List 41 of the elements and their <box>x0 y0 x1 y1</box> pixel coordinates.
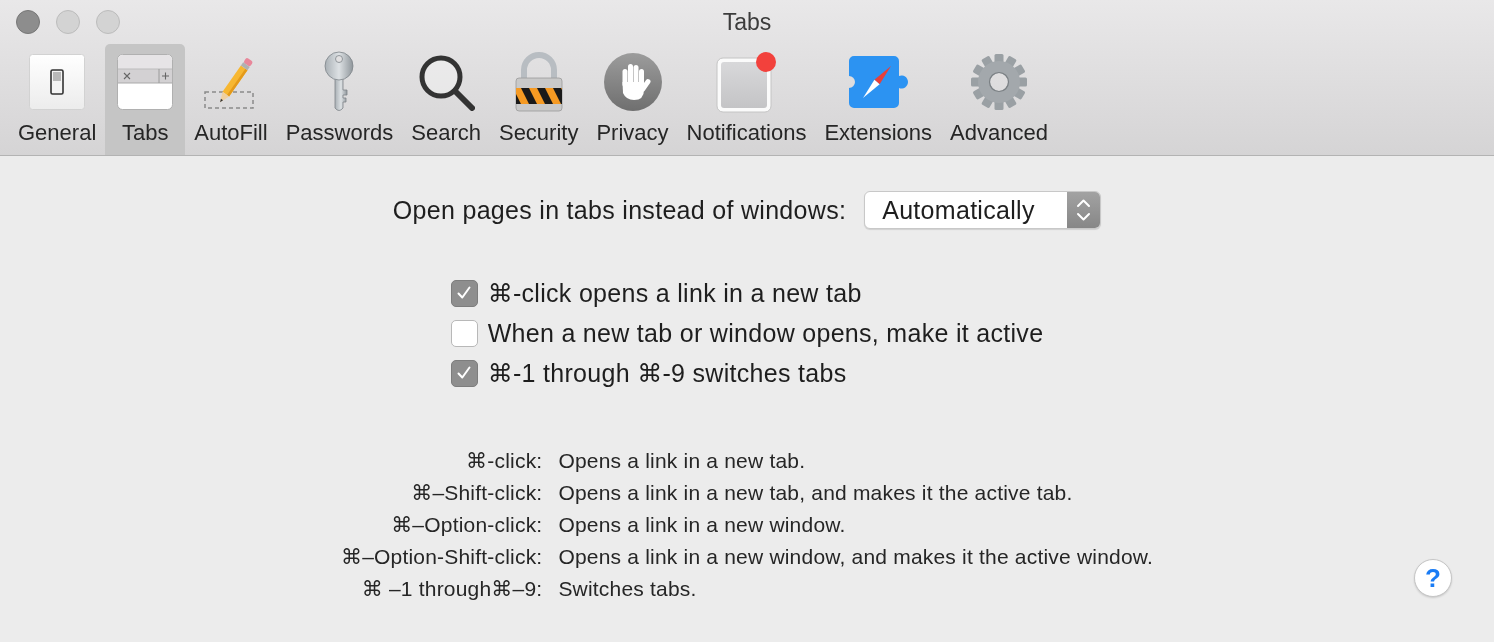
close-button[interactable] <box>16 10 40 34</box>
shortcut-keys: ⌘-click: <box>340 445 543 477</box>
gear-icon <box>968 52 1029 112</box>
toolbar-tab[interactable]: Privacy <box>587 44 678 155</box>
toolbar-tab[interactable]: Passwords <box>276 44 403 155</box>
tab-window-icon <box>117 54 174 110</box>
toolbar-tab[interactable]: Notifications <box>677 44 816 155</box>
light-switch-icon <box>29 54 86 110</box>
search-icon <box>417 53 476 111</box>
checkmark-icon <box>456 285 473 301</box>
notification-badge-icon <box>715 51 778 113</box>
checkbox-label[interactable]: When a new tab or window opens, make it active <box>487 318 1044 348</box>
shortcut-description: Switches tabs. <box>558 576 698 602</box>
checkmark-icon <box>456 365 473 381</box>
shortcut-keys: ⌘–Option-Shift-click: <box>340 541 543 573</box>
checkbox-label[interactable]: ⌘-click opens a link in a new tab <box>487 278 862 308</box>
toolbar-tab[interactable]: Security <box>489 44 588 155</box>
shortcut-description: Opens a link in a new tab. <box>558 448 807 474</box>
checkbox[interactable] <box>450 359 478 387</box>
setting-label: Open pages in tabs instead of windows: <box>392 195 847 225</box>
hand-icon <box>602 52 663 112</box>
toolbar-tab[interactable]: Search <box>402 44 490 155</box>
checkbox[interactable] <box>450 279 478 307</box>
shortcut-description: Opens a link in a new tab, and makes it the active tab. <box>558 480 1074 506</box>
checkbox-label[interactable]: ⌘-1 through ⌘-9 switches tabs <box>487 358 847 388</box>
shortcut-keys: ⌘–Shift-click: <box>340 477 543 509</box>
toolbar-tab[interactable]: Extensions <box>815 44 942 155</box>
window-title: Tabs <box>722 8 772 36</box>
up-down-chevron-icon <box>1067 192 1101 228</box>
checkbox[interactable] <box>450 319 478 347</box>
toolbar-tab[interactable]: General <box>9 44 106 155</box>
toolbar-tab[interactable]: AutoFill <box>185 44 277 155</box>
padlock-icon <box>512 51 565 113</box>
popup-button[interactable]: Automatically <box>864 191 1102 229</box>
help-button[interactable]: ? <box>1414 559 1452 597</box>
toolbar-tab[interactable]: Tabs <box>105 44 186 155</box>
shortcut-description: Opens a link in a new window, and makes it the active window. <box>558 544 1154 570</box>
shortcut-keys: ⌘ –1 through⌘–9: <box>340 573 543 605</box>
toolbar-tab[interactable]: Advanced <box>941 44 1057 155</box>
shortcut-keys: ⌘–Option-click: <box>340 509 543 541</box>
shortcut-description: Opens a link in a new window. <box>558 512 847 538</box>
